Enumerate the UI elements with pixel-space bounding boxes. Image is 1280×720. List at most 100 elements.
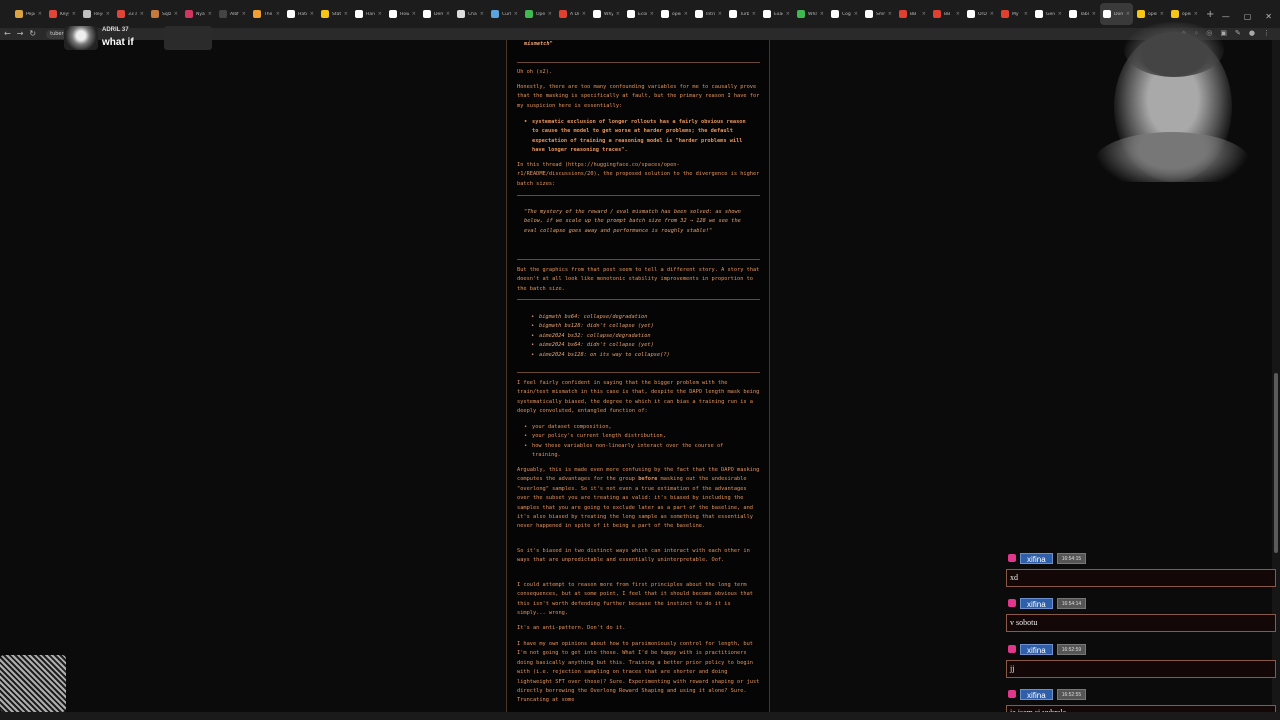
list-item: aime2024 bs32: collapse/degradation bbox=[531, 332, 761, 342]
tab-label: Tabl bbox=[1080, 11, 1089, 17]
tab-close-icon[interactable]: × bbox=[378, 11, 382, 17]
tab-close-icon[interactable]: × bbox=[1194, 11, 1198, 17]
browser-tab[interactable]: Reyc× bbox=[80, 3, 113, 25]
browser-tab[interactable]: The × bbox=[250, 3, 283, 25]
browser-tab[interactable]: Econ× bbox=[624, 3, 657, 25]
chat-username: xifina bbox=[1020, 597, 1053, 609]
browser-tab[interactable]: Gen × bbox=[1032, 3, 1065, 25]
tab-close-icon[interactable]: × bbox=[106, 11, 110, 17]
minimize-icon[interactable]: — bbox=[1222, 12, 1230, 21]
tab-close-icon[interactable]: × bbox=[140, 11, 144, 17]
browser-tab[interactable]: Why × bbox=[590, 3, 623, 25]
chat-timestamp: 16:52:59 bbox=[1056, 643, 1087, 655]
tab-close-icon[interactable]: × bbox=[344, 11, 348, 17]
tab-close-icon[interactable]: × bbox=[684, 11, 688, 17]
tab-close-icon[interactable]: × bbox=[922, 11, 926, 17]
tab-close-icon[interactable]: × bbox=[446, 11, 450, 17]
favicon-icon bbox=[253, 10, 261, 18]
list-item: bigmath bs64: collapse/degradation bbox=[531, 313, 761, 323]
menu-icon[interactable]: ⋮ bbox=[1263, 29, 1270, 38]
reload-icon[interactable]: ↻ bbox=[29, 29, 36, 39]
tab-close-icon[interactable]: × bbox=[1092, 11, 1096, 17]
tab-label: open bbox=[1182, 11, 1191, 17]
favicon-icon bbox=[355, 10, 363, 18]
browser-tab[interactable]: Turb × bbox=[726, 3, 759, 25]
new-tab-button[interactable]: + bbox=[1206, 9, 1214, 20]
tab-close-icon[interactable]: × bbox=[888, 11, 892, 17]
browser-tab[interactable]: BB × bbox=[930, 3, 963, 25]
tab-close-icon[interactable]: × bbox=[650, 11, 654, 17]
maximize-icon[interactable]: ▢ bbox=[1244, 12, 1252, 21]
browser-tab[interactable]: My × bbox=[998, 3, 1031, 25]
browser-tab[interactable]: Sqlz × bbox=[148, 3, 181, 25]
tab-close-icon[interactable]: × bbox=[820, 11, 824, 17]
tab-close-icon[interactable]: × bbox=[480, 11, 484, 17]
browser-tab[interactable]: Dem × bbox=[420, 3, 453, 25]
browser-tab[interactable]: What× bbox=[794, 3, 827, 25]
page-scrollbar[interactable] bbox=[1272, 40, 1280, 712]
tab-close-icon[interactable]: × bbox=[582, 11, 586, 17]
tab-close-icon[interactable]: × bbox=[854, 11, 858, 17]
back-icon[interactable]: ← bbox=[4, 29, 11, 39]
tab-label: open bbox=[672, 11, 681, 17]
browser-tab[interactable]: Pepe× bbox=[12, 3, 45, 25]
browser-tab[interactable]: Exac× bbox=[760, 3, 793, 25]
tab-close-icon[interactable]: × bbox=[276, 11, 280, 17]
tab-close-icon[interactable]: × bbox=[72, 11, 76, 17]
tab-close-icon[interactable]: × bbox=[990, 11, 994, 17]
runs-list: bigmath bs64: collapse/degradation bigma… bbox=[531, 313, 761, 360]
tab-close-icon[interactable]: × bbox=[1058, 11, 1062, 17]
browser-tab[interactable]: How × bbox=[386, 3, 419, 25]
scrollbar-thumb[interactable] bbox=[1274, 373, 1278, 553]
tab-close-icon[interactable]: × bbox=[956, 11, 960, 17]
doc-paragraph: I could attempt to reason more from firs… bbox=[517, 582, 753, 617]
tab-close-icon[interactable]: × bbox=[174, 11, 178, 17]
tab-label: Pepe bbox=[26, 11, 35, 17]
tab-close-icon[interactable]: × bbox=[752, 11, 756, 17]
favicon-icon bbox=[423, 10, 431, 18]
tab-close-icon[interactable]: × bbox=[616, 11, 620, 17]
tab-close-icon[interactable]: × bbox=[786, 11, 790, 17]
tab-close-icon[interactable]: × bbox=[514, 11, 518, 17]
tab-close-icon[interactable]: × bbox=[718, 11, 722, 17]
browser-tab[interactable]: Ope × bbox=[522, 3, 555, 25]
browser-tab[interactable]: Curls× bbox=[488, 3, 521, 25]
tab-close-icon[interactable]: × bbox=[1126, 11, 1130, 17]
tab-label: Turb bbox=[740, 11, 749, 17]
browser-tab[interactable]: Chan× bbox=[454, 3, 487, 25]
window-controls: — ▢ ✕ bbox=[1222, 12, 1272, 21]
tab-close-icon[interactable]: × bbox=[242, 11, 246, 17]
forward-icon[interactable]: → bbox=[17, 29, 24, 39]
chat-message-header: xifina 16:52:59 bbox=[1008, 643, 1087, 655]
browser-tab[interactable]: Cogn× bbox=[828, 3, 861, 25]
browser-tab[interactable]: A Dr× bbox=[556, 3, 589, 25]
tab-close-icon[interactable]: × bbox=[1024, 11, 1028, 17]
browser-tab[interactable]: open× bbox=[658, 3, 691, 25]
chat-username: xifina bbox=[1020, 643, 1053, 655]
browser-tab[interactable]: Stats× bbox=[318, 3, 351, 25]
browser-tab[interactable]: Keyy× bbox=[46, 3, 79, 25]
favicon-icon bbox=[865, 10, 873, 18]
blockquote: "The mystery of the reward / eval mismat… bbox=[524, 209, 741, 234]
browser-tab[interactable]: Smm× bbox=[862, 3, 895, 25]
tab-close-icon[interactable]: × bbox=[38, 11, 42, 17]
tab-label: Dom bbox=[1114, 11, 1123, 17]
browser-tab[interactable]: Nyan× bbox=[182, 3, 215, 25]
tab-close-icon[interactable]: × bbox=[310, 11, 314, 17]
close-window-icon[interactable]: ✕ bbox=[1265, 12, 1272, 21]
browser-tab[interactable]: BB × bbox=[896, 3, 929, 25]
browser-tab[interactable]: 33 an× bbox=[114, 3, 147, 25]
doc-paragraph: Arguably, this is made even more confusi… bbox=[517, 466, 760, 532]
tab-close-icon[interactable]: × bbox=[1160, 11, 1164, 17]
tab-close-icon[interactable]: × bbox=[412, 11, 416, 17]
doc-paragraph: It's an anti-pattern. Don't do it. bbox=[517, 625, 626, 631]
tab-close-icon[interactable]: × bbox=[548, 11, 552, 17]
browser-tab[interactable]: Albf × bbox=[216, 3, 249, 25]
browser-tab[interactable]: OrDe× bbox=[964, 3, 997, 25]
browser-tab[interactable]: Hatc× bbox=[284, 3, 317, 25]
browser-tab[interactable]: Hany× bbox=[352, 3, 385, 25]
tab-label: Dem bbox=[434, 11, 443, 17]
tab-close-icon[interactable]: × bbox=[208, 11, 212, 17]
divider bbox=[517, 62, 760, 63]
browser-tab[interactable]: Intro× bbox=[692, 3, 725, 25]
